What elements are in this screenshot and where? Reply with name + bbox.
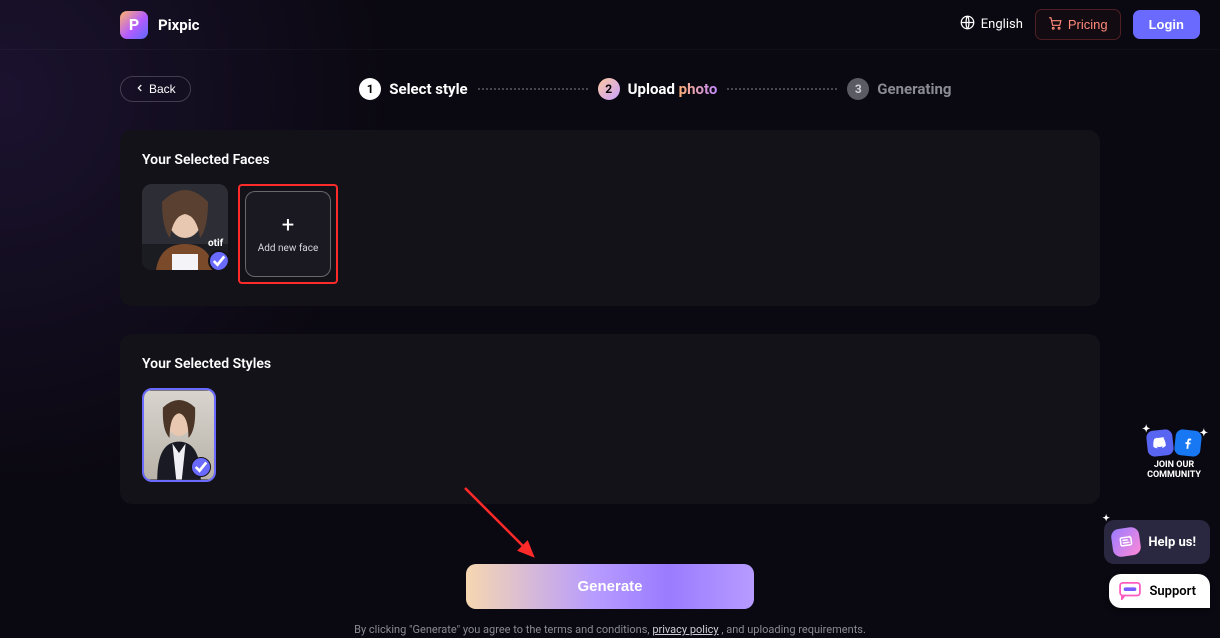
step-number: 3 (847, 78, 869, 100)
back-button[interactable]: Back (120, 76, 191, 102)
brand[interactable]: P Pixpic (120, 11, 200, 39)
cart-icon (1048, 16, 1062, 33)
add-face-label: Add new face (258, 243, 319, 254)
feedback-icon (1111, 526, 1143, 558)
add-new-face-button[interactable]: + Add new face (245, 191, 331, 277)
check-icon (208, 250, 228, 270)
plus-icon: + (282, 215, 294, 237)
sparkle-icon: ✦ (1102, 514, 1110, 524)
step-number: 2 (598, 78, 620, 100)
step-separator (727, 88, 837, 90)
app-header: P Pixpic English Pricing Login (0, 0, 1220, 50)
globe-icon (960, 15, 975, 34)
panel-heading: Your Selected Styles (142, 356, 1078, 372)
terms-text: By clicking "Generate" you agree to the … (120, 623, 1100, 636)
faces-row: otif + Add new face (142, 184, 1078, 284)
generate-area: Generate By clicking "Generate" you agre… (120, 564, 1100, 636)
help-us-label: Help us! (1148, 535, 1196, 550)
stepper: 1 Select style 2 Upload photo 3 Generati… (211, 78, 1100, 100)
stepper-bar: Back 1 Select style 2 Upload photo 3 Gen… (120, 76, 1100, 102)
svg-text:otif: otif (208, 238, 224, 249)
selected-styles-panel: Your Selected Styles (120, 334, 1100, 504)
step-label: Generating (877, 80, 951, 98)
step-number: 1 (359, 78, 381, 100)
add-face-highlight: + Add new face (238, 184, 338, 284)
panel-heading: Your Selected Faces (142, 152, 1078, 168)
help-us-button[interactable]: ✦ Help us! (1104, 520, 1210, 564)
generate-button[interactable]: Generate (466, 564, 754, 609)
facebook-icon (1174, 429, 1203, 458)
selected-face-thumbnail[interactable]: otif (142, 184, 228, 270)
pricing-button[interactable]: Pricing (1035, 9, 1121, 40)
pricing-label: Pricing (1068, 17, 1108, 32)
check-icon (191, 457, 211, 477)
back-label: Back (149, 82, 176, 96)
step-label: Upload photo (628, 80, 718, 98)
language-label: English (981, 17, 1023, 32)
step-label: Select style (389, 80, 467, 98)
step-generating: 3 Generating (847, 78, 951, 100)
login-button[interactable]: Login (1133, 10, 1200, 39)
join-community-button[interactable]: ✦ ✦ JOIN OUR COMMUNITY (1138, 430, 1210, 480)
support-button[interactable]: Support (1109, 574, 1210, 608)
styles-row (142, 388, 1078, 482)
community-label-line1: JOIN OUR (1138, 460, 1210, 470)
language-selector[interactable]: English (960, 15, 1023, 34)
step-separator (478, 88, 588, 90)
chevron-left-icon (135, 82, 145, 96)
support-label: Support (1149, 584, 1196, 599)
header-actions: English Pricing Login (960, 9, 1200, 40)
selected-style-thumbnail[interactable] (142, 388, 216, 482)
step-select-style[interactable]: 1 Select style (359, 78, 467, 100)
chat-icon (1119, 582, 1141, 600)
community-label-line2: COMMUNITY (1138, 470, 1210, 480)
step-upload-photo[interactable]: 2 Upload photo (598, 78, 718, 100)
privacy-policy-link[interactable]: privacy policy (652, 623, 718, 636)
brand-logo-icon: P (120, 11, 148, 39)
brand-name: Pixpic (158, 16, 200, 34)
discord-icon (1146, 429, 1175, 458)
selected-faces-panel: Your Selected Faces otif + (120, 130, 1100, 306)
